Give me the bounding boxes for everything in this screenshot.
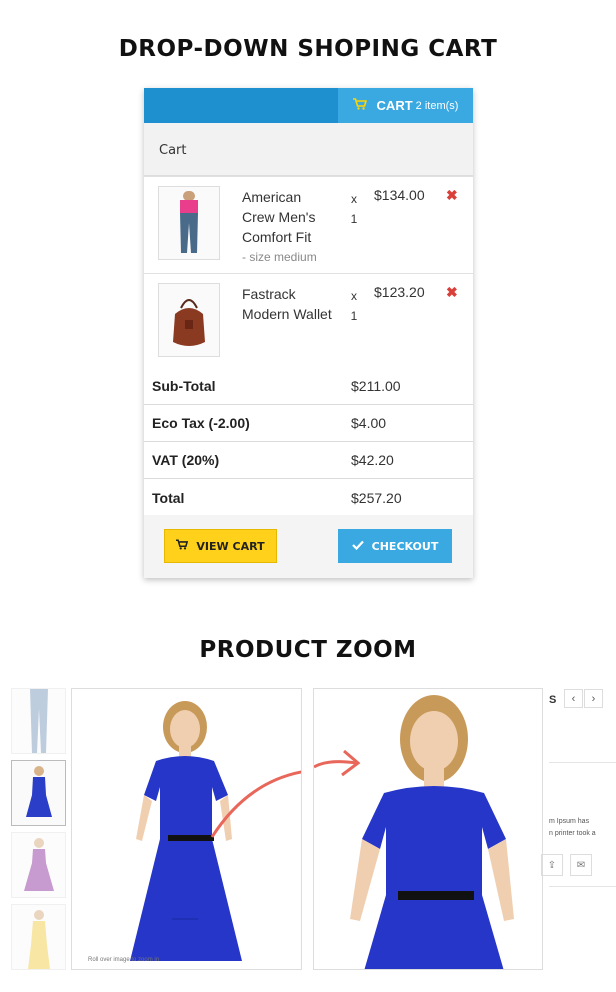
zoom-hint: Roll over image to zoom in <box>88 957 160 963</box>
checkout-label: CHECKOUT <box>371 539 439 553</box>
totals-row: Sub-Total $211.00 <box>144 368 473 405</box>
checkout-button[interactable]: CHECKOUT <box>338 529 452 563</box>
product-zoom-image <box>313 688 543 970</box>
cart-icon <box>176 539 189 553</box>
totals-label: VAT (20%) <box>152 452 220 468</box>
cart-section-heading: DROP-DOWN SHOPING CART <box>118 36 498 62</box>
cart-item: American Crew Men's Comfort Fit - size m… <box>144 176 473 273</box>
totals-value: $211.00 <box>351 378 401 394</box>
divider <box>549 886 616 887</box>
totals-value: $42.20 <box>351 452 394 468</box>
cart-footer: VIEW CART CHECKOUT <box>144 515 473 578</box>
item-option: - size medium <box>242 250 317 264</box>
totals-value: $4.00 <box>351 415 387 431</box>
cart-header: Cart <box>144 123 473 176</box>
thumbnail-yellow-dress[interactable] <box>11 904 66 970</box>
related-products-panel: S ‹ › m Ipsum has n printer took a ⇪ ✉ <box>541 688 616 888</box>
totals-row: Total $257.20 <box>144 479 473 516</box>
view-cart-label: VIEW CART <box>196 539 265 553</box>
totals-row: VAT (20%) $42.20 <box>144 442 473 479</box>
totals-value: $257.20 <box>351 489 402 506</box>
product-thumbnail-jeans[interactable] <box>158 186 220 260</box>
quantity-value: 1 <box>350 309 358 323</box>
description-line: m Ipsum has <box>549 818 590 825</box>
cart-button[interactable]: CART 2 item(s) <box>338 88 473 123</box>
check-icon <box>351 539 364 553</box>
dropdown-cart: CART 2 item(s) Cart American Crew Men's … <box>144 88 473 578</box>
view-cart-button[interactable]: VIEW CART <box>164 529 277 563</box>
product-thumbnails <box>11 688 66 976</box>
share-icon[interactable]: ⇪ <box>541 854 563 876</box>
cart-totals: Sub-Total $211.00 Eco Tax (-2.00) $4.00 … <box>144 368 473 516</box>
totals-row: Eco Tax (-2.00) $4.00 <box>144 405 473 442</box>
totals-label: Eco Tax (-2.00) <box>152 415 250 431</box>
zoom-section-heading: PRODUCT ZOOM <box>199 637 417 663</box>
thumbnail-jeans[interactable] <box>11 688 66 754</box>
cart-button-label: CART <box>376 98 413 113</box>
product-main-image[interactable]: Roll over image to zoom in <box>71 688 302 970</box>
product-thumbnail-bag[interactable] <box>158 283 220 357</box>
cart-icon <box>352 98 367 113</box>
item-name[interactable]: Fastrack Modern Wallet <box>242 284 332 324</box>
quantity-x: x <box>351 289 357 303</box>
item-quantity: x 1 <box>349 286 359 326</box>
item-name[interactable]: American Crew Men's Comfort Fit <box>242 187 332 247</box>
cart-top-bar: CART 2 item(s) <box>144 88 473 123</box>
chevron-left-icon[interactable]: ‹ <box>564 689 583 708</box>
related-title: S <box>549 694 557 706</box>
divider <box>549 762 616 763</box>
remove-icon[interactable]: ✖ <box>446 284 458 301</box>
item-price: $134.00 <box>374 187 425 203</box>
item-price: $123.20 <box>374 284 425 300</box>
quantity-x: x <box>351 192 357 206</box>
related-description: m Ipsum has n printer took a <box>549 816 616 840</box>
thumbnail-purple-dress[interactable] <box>11 832 66 898</box>
quantity-value: 1 <box>350 212 358 226</box>
description-line: n printer took a <box>549 830 596 837</box>
mail-icon[interactable]: ✉ <box>570 854 592 876</box>
remove-icon[interactable]: ✖ <box>446 187 458 204</box>
chevron-right-icon[interactable]: › <box>584 689 603 708</box>
totals-label: Total <box>152 489 185 506</box>
item-quantity: x 1 <box>349 189 359 229</box>
totals-label: Sub-Total <box>152 378 216 394</box>
thumbnail-blue-dress[interactable] <box>11 760 66 826</box>
cart-item-count: 2 item(s) <box>415 99 459 112</box>
cart-item: Fastrack Modern Wallet x 1 $123.20 ✖ <box>144 273 473 370</box>
